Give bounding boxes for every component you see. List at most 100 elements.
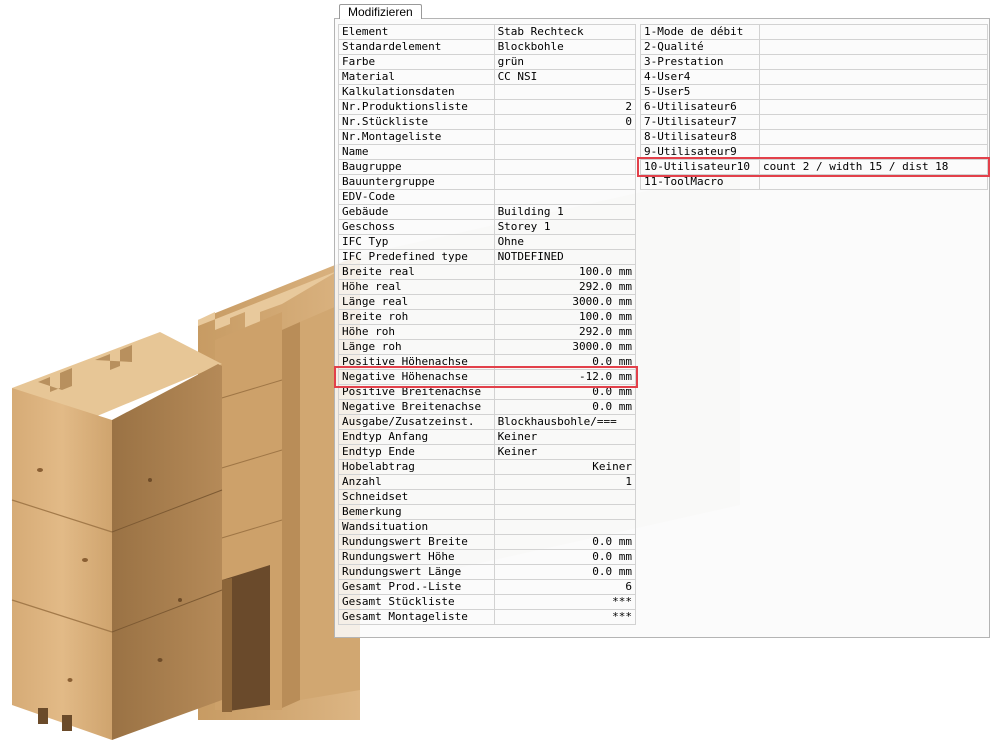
user-attribute-row[interactable]: 7-Utilisateur7 <box>640 114 988 130</box>
user-attribute-row[interactable]: 2-Qualité <box>640 39 988 55</box>
property-row[interactable]: Rundungswert Länge 0.0 mm <box>338 564 637 580</box>
property-key: Element <box>338 24 495 40</box>
property-row[interactable]: IFC Typ Ohne <box>338 234 637 250</box>
property-value[interactable] <box>493 84 637 100</box>
property-row[interactable]: Rundungswert Breite 0.0 mm <box>338 534 637 550</box>
property-key: Gesamt Stückliste <box>338 594 495 610</box>
property-row[interactable]: Gesamt Montageliste *** <box>338 609 637 625</box>
property-row[interactable]: Bauuntergruppe <box>338 174 637 190</box>
property-value[interactable]: 100.0 mm <box>493 309 637 325</box>
property-row[interactable]: EDV-Code <box>338 189 637 205</box>
property-key: Höhe roh <box>338 324 495 340</box>
property-value[interactable]: NOTDEFINED <box>493 249 637 265</box>
property-value[interactable]: grün <box>493 54 637 70</box>
property-value[interactable] <box>493 129 637 145</box>
property-value[interactable] <box>493 189 637 205</box>
property-value[interactable]: *** <box>493 609 637 625</box>
property-row[interactable]: Nr.Montageliste <box>338 129 637 145</box>
property-row[interactable]: Hobelabtrag Keiner <box>338 459 637 475</box>
property-row[interactable]: Negative Breitenachse 0.0 mm <box>338 399 637 415</box>
user-attribute-value[interactable] <box>759 39 988 55</box>
user-attribute-value[interactable] <box>759 99 988 115</box>
property-key: Rundungswert Breite <box>338 534 495 550</box>
property-value[interactable] <box>493 159 637 175</box>
property-row[interactable]: Endtyp Anfang Keiner <box>338 429 637 445</box>
property-value[interactable]: Keiner <box>493 429 637 445</box>
property-value[interactable] <box>493 489 637 505</box>
property-row[interactable]: Baugruppe <box>338 159 637 175</box>
property-value[interactable]: 0 <box>493 114 637 130</box>
property-value[interactable]: Blockbohle <box>493 39 637 55</box>
property-value[interactable] <box>493 144 637 160</box>
property-row[interactable]: Geschoss Storey 1 <box>338 219 637 235</box>
property-row[interactable]: Länge real 3000.0 mm <box>338 294 637 310</box>
property-row[interactable]: Breite real 100.0 mm <box>338 264 637 280</box>
property-row[interactable]: Wandsituation <box>338 519 637 535</box>
property-value[interactable]: 100.0 mm <box>493 264 637 280</box>
user-attribute-key: 5-User5 <box>640 84 760 100</box>
property-value[interactable]: 3000.0 mm <box>493 339 637 355</box>
property-value[interactable]: 292.0 mm <box>493 324 637 340</box>
property-key: Endtyp Ende <box>338 444 495 460</box>
property-value[interactable]: 0.0 mm <box>493 549 637 565</box>
property-row[interactable]: Endtyp Ende Keiner <box>338 444 637 460</box>
property-row[interactable]: Nr.Stückliste 0 <box>338 114 637 130</box>
property-value[interactable]: 6 <box>493 579 637 595</box>
property-row[interactable]: Standardelement Blockbohle <box>338 39 637 55</box>
property-value[interactable]: 1 <box>493 474 637 490</box>
property-value[interactable]: 3000.0 mm <box>493 294 637 310</box>
property-row[interactable]: Gebäude Building 1 <box>338 204 637 220</box>
property-key: Wandsituation <box>338 519 495 535</box>
user-attribute-row[interactable]: 5-User5 <box>640 84 988 100</box>
user-attribute-row[interactable]: 6-Utilisateur6 <box>640 99 988 115</box>
user-attribute-row[interactable]: 1-Mode de débit <box>640 24 988 40</box>
user-attribute-value[interactable] <box>759 84 988 100</box>
property-value[interactable]: 0.0 mm <box>493 534 637 550</box>
property-key: Endtyp Anfang <box>338 429 495 445</box>
property-row[interactable]: Länge roh 3000.0 mm <box>338 339 637 355</box>
user-attribute-value[interactable] <box>759 129 988 145</box>
property-row[interactable]: Kalkulationsdaten <box>338 84 637 100</box>
user-attribute-row[interactable]: 8-Utilisateur8 <box>640 129 988 145</box>
property-row[interactable]: Bemerkung <box>338 504 637 520</box>
property-row[interactable]: Ausgabe/Zusatzeinst. Blockhausbohle/=== <box>338 414 637 430</box>
property-row[interactable]: Gesamt Stückliste *** <box>338 594 637 610</box>
property-value[interactable]: Keiner <box>493 459 637 475</box>
property-value[interactable]: Building 1 <box>493 204 637 220</box>
user-attribute-value[interactable] <box>759 54 988 70</box>
property-row[interactable]: Rundungswert Höhe 0.0 mm <box>338 549 637 565</box>
property-value[interactable]: Keiner <box>493 444 637 460</box>
property-row[interactable]: Anzahl 1 <box>338 474 637 490</box>
tab-modifizieren[interactable]: Modifizieren <box>339 4 422 19</box>
property-key: Kalkulationsdaten <box>338 84 495 100</box>
property-value[interactable] <box>493 174 637 190</box>
user-attribute-value[interactable] <box>759 69 988 85</box>
property-row[interactable]: Nr.Produktionsliste 2 <box>338 99 637 115</box>
property-row[interactable]: Gesamt Prod.-Liste 6 <box>338 579 637 595</box>
property-value[interactable]: Storey 1 <box>493 219 637 235</box>
property-value[interactable]: 0.0 mm <box>493 399 637 415</box>
property-value[interactable]: Ohne <box>493 234 637 250</box>
user-attribute-value[interactable] <box>759 114 988 130</box>
property-row[interactable]: Material CC NSI <box>338 69 637 85</box>
property-value[interactable]: 2 <box>493 99 637 115</box>
property-value[interactable]: *** <box>493 594 637 610</box>
property-row[interactable]: Farbe grün <box>338 54 637 70</box>
property-value[interactable]: Stab Rechteck <box>493 24 637 40</box>
property-row[interactable]: Name <box>338 144 637 160</box>
property-value[interactable]: CC NSI <box>493 69 637 85</box>
user-attribute-row[interactable]: 3-Prestation <box>640 54 988 70</box>
property-value[interactable]: Blockhausbohle/=== <box>493 414 637 430</box>
property-value[interactable] <box>493 504 637 520</box>
property-row[interactable]: Höhe real 292.0 mm <box>338 279 637 295</box>
property-value[interactable]: 0.0 mm <box>493 564 637 580</box>
property-row[interactable]: Schneidset <box>338 489 637 505</box>
user-attribute-row[interactable]: 4-User4 <box>640 69 988 85</box>
property-value[interactable]: 292.0 mm <box>493 279 637 295</box>
property-row[interactable]: Breite roh 100.0 mm <box>338 309 637 325</box>
user-attribute-value[interactable] <box>759 24 988 40</box>
property-row[interactable]: Höhe roh 292.0 mm <box>338 324 637 340</box>
property-row[interactable]: Element Stab Rechteck <box>338 24 637 40</box>
property-value[interactable] <box>493 519 637 535</box>
property-row[interactable]: IFC Predefined type NOTDEFINED <box>338 249 637 265</box>
